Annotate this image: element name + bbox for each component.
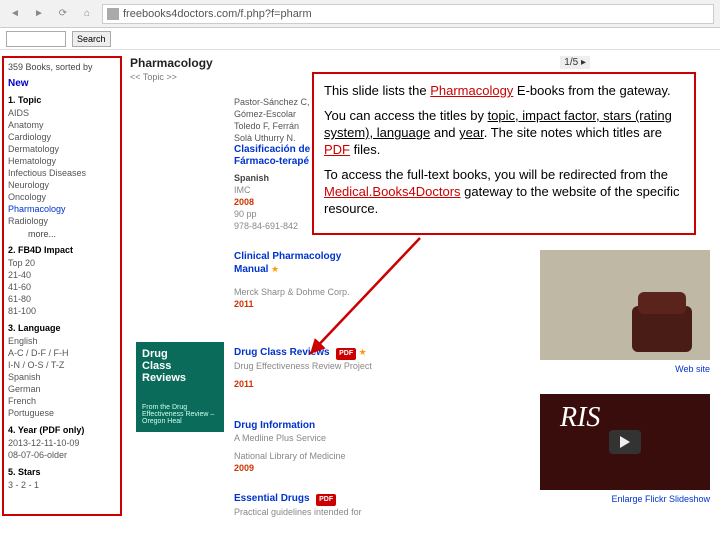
- sidebar-lang-fr[interactable]: French: [8, 395, 116, 407]
- sidebar-item-infectious[interactable]: Infectious Diseases: [8, 167, 116, 179]
- sidebar-impact-3[interactable]: 61-80: [8, 293, 116, 305]
- sidebar-sec-impact: 2. FB4D Impact: [8, 245, 116, 255]
- callout-text: . The site notes which titles are: [484, 125, 662, 140]
- sidebar-item-radiology[interactable]: Radiology: [8, 215, 116, 227]
- video-thumbnail[interactable]: RIS: [540, 394, 710, 490]
- sidebar-sec-stars: 5. Stars: [8, 467, 116, 477]
- entry1-lang: Spanish: [234, 172, 269, 184]
- callout-keyword: PDF: [324, 142, 350, 157]
- sidebar-stars[interactable]: 3 - 2 - 1: [8, 479, 116, 491]
- pdf-badge: PDF: [336, 348, 356, 360]
- callout-text: This slide lists the: [324, 83, 430, 98]
- photo-thumbnail[interactable]: [540, 250, 710, 360]
- sidebar-item-aids[interactable]: AIDS: [8, 107, 116, 119]
- page-icon: [107, 8, 119, 20]
- play-icon[interactable]: [609, 430, 641, 454]
- sidebar-item-cardiology[interactable]: Cardiology: [8, 131, 116, 143]
- pdf-badge: PDF: [316, 494, 336, 506]
- sidebar-item-neurology[interactable]: Neurology: [8, 179, 116, 191]
- callout-text: E-books from the gateway.: [513, 83, 670, 98]
- book-cover-drug-class[interactable]: Drug Class Reviews From the Drug Effecti…: [136, 342, 224, 432]
- callout-text: files.: [350, 142, 380, 157]
- page-title: Pharmacology: [130, 56, 712, 70]
- cover-line3: Reviews: [142, 372, 218, 384]
- entry5-title[interactable]: Essential Drugs: [234, 493, 310, 504]
- sidebar-impact-0[interactable]: Top 20: [8, 257, 116, 269]
- search-input[interactable]: [6, 31, 66, 47]
- sidebar-lang-row2[interactable]: A-C / D-F / F-H: [8, 347, 116, 359]
- sidebar-impact-2[interactable]: 41-60: [8, 281, 116, 293]
- sidebar-item-oncology[interactable]: Oncology: [8, 191, 116, 203]
- search-button[interactable]: Search: [72, 31, 111, 47]
- sidebar-sec-year: 4. Year (PDF only): [8, 425, 116, 435]
- sidebar-sec-topic: 1. Topic: [8, 95, 116, 105]
- entry2-title2[interactable]: Manual: [234, 264, 268, 275]
- sidebar-lang-pt[interactable]: Portuguese: [8, 407, 116, 419]
- sidebar-item-hematology[interactable]: Hematology: [8, 155, 116, 167]
- sidebar-lang-row3[interactable]: I-N / O-S / T-Z: [8, 359, 116, 371]
- star-icon: ★: [359, 347, 367, 357]
- home-icon[interactable]: ⌂: [78, 5, 96, 23]
- sidebar-lang-en[interactable]: English: [8, 335, 116, 347]
- back-icon[interactable]: ◄: [6, 5, 24, 23]
- video-text: RIS: [560, 402, 600, 434]
- cover-line2: Class: [142, 360, 218, 372]
- sidebar-item-pharmacology[interactable]: Pharmacology: [8, 203, 116, 215]
- sidebar-item-dermatology[interactable]: Dermatology: [8, 143, 116, 155]
- entry5-sub: Practical guidelines intended for: [234, 506, 712, 518]
- entry3-title[interactable]: Drug Class Reviews: [234, 347, 330, 358]
- callout-keyword: Pharmacology: [430, 83, 513, 98]
- sidebar-title: 359 Books, sorted by: [8, 62, 116, 72]
- callout-text: and: [430, 125, 459, 140]
- sidebar: 359 Books, sorted by New 1. Topic AIDS A…: [2, 56, 122, 516]
- sidebar-more[interactable]: more...: [8, 229, 116, 239]
- url-text: freebooks4doctors.com/f.php?f=pharm: [123, 8, 312, 20]
- video-caption[interactable]: Enlarge Flickr Slideshow: [540, 494, 710, 504]
- browser-toolbar: ◄ ► ⟳ ⌂ freebooks4doctors.com/f.php?f=ph…: [0, 0, 720, 28]
- sidebar-impact-4[interactable]: 81-100: [8, 305, 116, 317]
- entry2-title[interactable]: Clinical Pharmacology: [234, 251, 341, 262]
- sidebar-year-0[interactable]: 2013-12-11-10-09: [8, 437, 116, 449]
- reload-icon[interactable]: ⟳: [54, 5, 72, 23]
- sidebar-impact-1[interactable]: 21-40: [8, 269, 116, 281]
- sidebar-item-anatomy[interactable]: Anatomy: [8, 119, 116, 131]
- callout-keyword: Medical.Books4Doctors: [324, 184, 461, 199]
- sidebar-lang-es[interactable]: Spanish: [8, 371, 116, 383]
- callout-text: You can access the titles by: [324, 108, 488, 123]
- pager[interactable]: 1/5 ▸: [560, 56, 590, 69]
- cover-line1: Drug: [142, 348, 218, 360]
- right-column: Web site RIS Enlarge Flickr Slideshow: [540, 250, 710, 504]
- sidebar-new[interactable]: New: [8, 78, 116, 89]
- photo-caption[interactable]: Web site: [540, 364, 710, 374]
- annotation-callout: This slide lists the Pharmacology E-book…: [312, 72, 696, 235]
- cover-sub: From the Drug Effectiveness Review – Ore…: [142, 404, 218, 425]
- sidebar-year-1[interactable]: 08-07-06-older: [8, 449, 116, 461]
- search-bar: Search: [0, 28, 720, 50]
- sidebar-sec-lang: 3. Language: [8, 323, 116, 333]
- star-icon: ★: [271, 264, 279, 274]
- url-bar[interactable]: freebooks4doctors.com/f.php?f=pharm: [102, 4, 714, 24]
- chair-icon: [632, 306, 692, 352]
- callout-text: To access the full-text books, you will …: [324, 167, 668, 182]
- forward-icon[interactable]: ►: [30, 5, 48, 23]
- sidebar-lang-de[interactable]: German: [8, 383, 116, 395]
- callout-keyword: year: [459, 125, 484, 140]
